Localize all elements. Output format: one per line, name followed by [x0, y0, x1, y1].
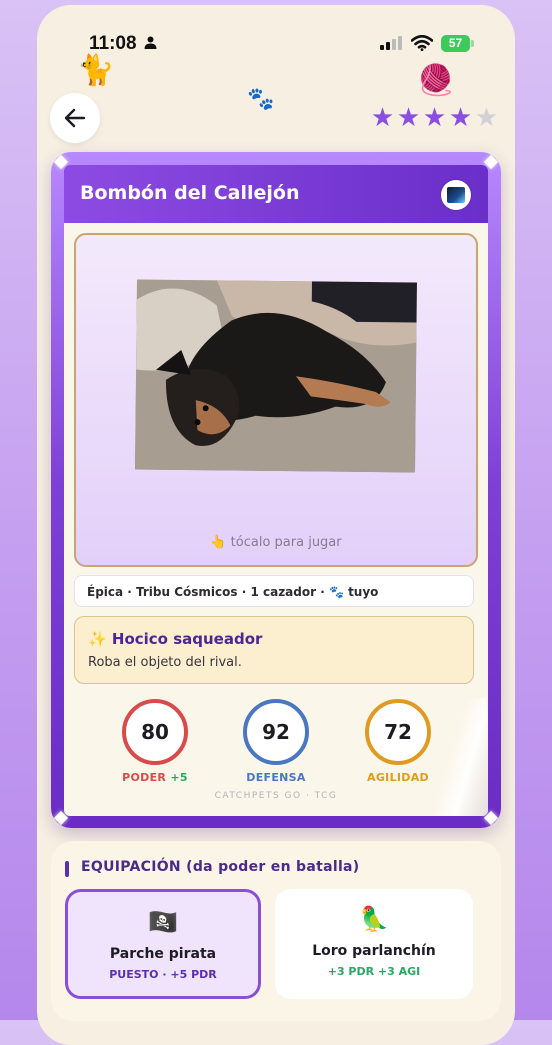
star-filled-icon: ★	[370, 103, 395, 133]
ability-description: Roba el objeto del rival.	[88, 655, 242, 670]
app-screen: 11:08 57 🐈 🐾 🧶 ★ ★ ★ ★ ★ Bombón del Call…	[37, 5, 515, 1045]
pet-photo	[135, 279, 417, 473]
battery-nub	[471, 40, 474, 47]
pirate-flag-icon: 🏴‍☠️	[148, 908, 178, 936]
card-header: Bombón del Callejón	[64, 165, 488, 223]
arrow-left-icon	[64, 108, 86, 128]
ability-box: ✨ Hocico saqueador Roba el objeto del ri…	[74, 616, 474, 684]
equipment-item-stat: +3 PDR +3 AGI	[327, 965, 421, 978]
star-rating: ★ ★ ★ ★ ★	[370, 105, 499, 131]
cellular-signal-icon	[380, 36, 402, 50]
equipment-panel: EQUIPACIÓN (da poder en batalla) 🏴‍☠️ Pa…	[51, 841, 501, 1021]
star-filled-icon: ★	[422, 103, 447, 133]
equipment-item-loro-parlanchin[interactable]: 🦜 Loro parlanchín +3 PDR +3 AGI	[275, 889, 473, 999]
equipment-item-name: Loro parlanchín	[312, 943, 436, 959]
stat-defense-label: DEFENSA	[246, 771, 306, 784]
cat-doodle-icon: 🐈	[77, 53, 115, 88]
star-filled-icon: ★	[448, 103, 473, 133]
card-art[interactable]: 👆 tócalo para jugar	[74, 233, 478, 567]
tap-to-play-hint: 👆 tócalo para jugar	[210, 535, 342, 550]
ability-name: ✨ Hocico saqueador	[88, 630, 263, 648]
card-title: Bombón del Callejón	[80, 182, 300, 204]
back-button[interactable]	[50, 93, 100, 143]
cosmic-tribe-icon	[441, 180, 471, 210]
stat-power: 80 PODER +5	[100, 699, 210, 784]
star-filled-icon: ★	[396, 103, 421, 133]
person-icon	[144, 36, 157, 49]
stat-defense-value: 92	[243, 699, 309, 765]
equipment-item-name: Parche pirata	[109, 946, 217, 962]
equipment-item-parche-pirata[interactable]: 🏴‍☠️ Parche pirata PUESTO · +5 PDR	[65, 889, 261, 999]
star-empty-icon: ★	[474, 103, 499, 133]
paw-doodle-icon: 🐾	[247, 87, 275, 112]
section-accent	[65, 861, 69, 877]
card-face: Bombón del Callejón 👆 tócalo para jugar …	[64, 165, 488, 816]
equipment-item-stat: PUESTO · +5 PDR	[109, 968, 217, 981]
stat-power-bonus: +5	[170, 771, 188, 784]
equipment-title: EQUIPACIÓN (da poder en batalla)	[81, 859, 360, 875]
card-footer: CATCHPETS GO · TCG	[214, 791, 338, 801]
card-meta: Épica · Tribu Cósmicos · 1 cazador · 🐾 t…	[74, 575, 474, 607]
stat-power-label: PODER	[122, 771, 167, 784]
yarn-doodle-icon: 🧶	[417, 63, 455, 98]
parrot-icon: 🦜	[359, 905, 389, 933]
status-time: 11:08	[89, 33, 137, 54]
pet-card[interactable]: Bombón del Callejón 👆 tócalo para jugar …	[51, 152, 501, 828]
wifi-icon	[411, 35, 433, 51]
battery-indicator: 57	[441, 35, 470, 52]
stat-power-value: 80	[122, 699, 188, 765]
stat-defense: 92 DEFENSA	[221, 699, 331, 784]
